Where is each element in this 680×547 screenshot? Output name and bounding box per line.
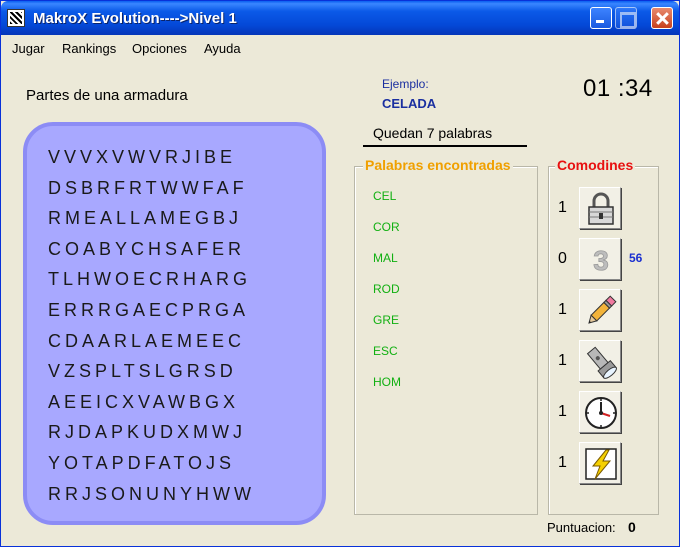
comodines-title: Comodines [555, 157, 636, 173]
grid-row[interactable]: VZSPLTSLGRSD [48, 361, 255, 392]
grid-row[interactable]: COABYCHSAFER [48, 239, 255, 270]
grid-row[interactable]: ERRRGAECPRGA [48, 300, 255, 331]
example-label: Ejemplo: [382, 77, 429, 91]
flashlight-button[interactable] [579, 340, 621, 382]
pencil-button[interactable] [579, 289, 621, 331]
grid-row[interactable]: TLHWOECRHARG [48, 269, 255, 300]
comodin-count: 0 [558, 250, 567, 267]
grid-row[interactable]: AEEICXVAWBGX [48, 392, 255, 423]
bonus-value: 56 [629, 251, 643, 265]
example-value: CELADA [382, 96, 437, 111]
comodin-count: 1 [558, 301, 567, 318]
number-three-button[interactable]: 3 [579, 238, 621, 280]
app-window: MakroX Evolution---->Nivel 1 Jugar Ranki… [0, 0, 680, 547]
grid-row[interactable]: CDAARLAEMEEC [48, 331, 255, 362]
clock-button[interactable] [579, 391, 621, 433]
comodin-count: 1 [558, 403, 567, 420]
menu-jugar[interactable]: Jugar [12, 41, 45, 56]
padlock-icon [588, 192, 614, 225]
grid-row[interactable]: DSBRFRTWWFAF [48, 178, 255, 209]
menu-ayuda[interactable]: Ayuda [204, 41, 241, 56]
found-word: MAL [373, 251, 398, 265]
found-word: GRE [373, 313, 400, 327]
title-bar[interactable]: MakroX Evolution---->Nivel 1 [1, 1, 679, 35]
found-word: COR [373, 220, 400, 234]
found-words-title: Palabras encontradas [363, 157, 513, 173]
grid-row[interactable]: YOTAPDFATOJS [48, 453, 255, 484]
found-word: CEL [373, 189, 397, 203]
found-word: ESC [373, 344, 398, 358]
lightning-button[interactable] [579, 442, 621, 484]
comodin-count: 1 [558, 199, 567, 216]
number-three-icon: 3 [593, 245, 609, 277]
timer: 01 :34 [583, 75, 653, 102]
close-button[interactable] [651, 7, 673, 29]
menu-opciones[interactable]: Opciones [132, 41, 187, 56]
padlock-button[interactable] [579, 187, 621, 229]
topic-title: Partes de una armadura [26, 87, 188, 104]
grid-row[interactable]: RMEALLAMEGBJ [48, 208, 255, 239]
app-icon [7, 9, 25, 27]
letter-grid[interactable]: VVVXVWVRJIBE DSBRFRTWWFAF RMEALLAMEGBJ C… [48, 147, 255, 514]
found-words-panel [354, 166, 538, 515]
flashlight-icon [586, 346, 617, 379]
maximize-button[interactable] [615, 7, 637, 29]
grid-row[interactable]: VVVXVWVRJIBE [48, 147, 255, 178]
minimize-button[interactable] [590, 7, 612, 29]
comodin-count: 1 [558, 352, 567, 369]
svg-text:3: 3 [593, 245, 609, 276]
remaining-words: Quedan 7 palabras [363, 125, 527, 147]
score-label: Puntuacion: [547, 520, 616, 535]
grid-row[interactable]: RJDAPKUDXMWJ [48, 422, 255, 453]
score-value: 0 [628, 519, 636, 535]
pencil-eraser-icon [588, 295, 617, 324]
menu-bar: Jugar Rankings Opciones Ayuda [1, 37, 679, 59]
found-word: ROD [373, 282, 400, 296]
menu-rankings[interactable]: Rankings [62, 41, 116, 56]
window-title: MakroX Evolution---->Nivel 1 [33, 10, 237, 27]
lightning-icon [585, 448, 617, 480]
comodin-count: 1 [558, 454, 567, 471]
clock-icon [585, 397, 617, 429]
grid-row[interactable]: RRJSONUNYHWW [48, 484, 255, 515]
found-word: HOM [373, 375, 401, 389]
